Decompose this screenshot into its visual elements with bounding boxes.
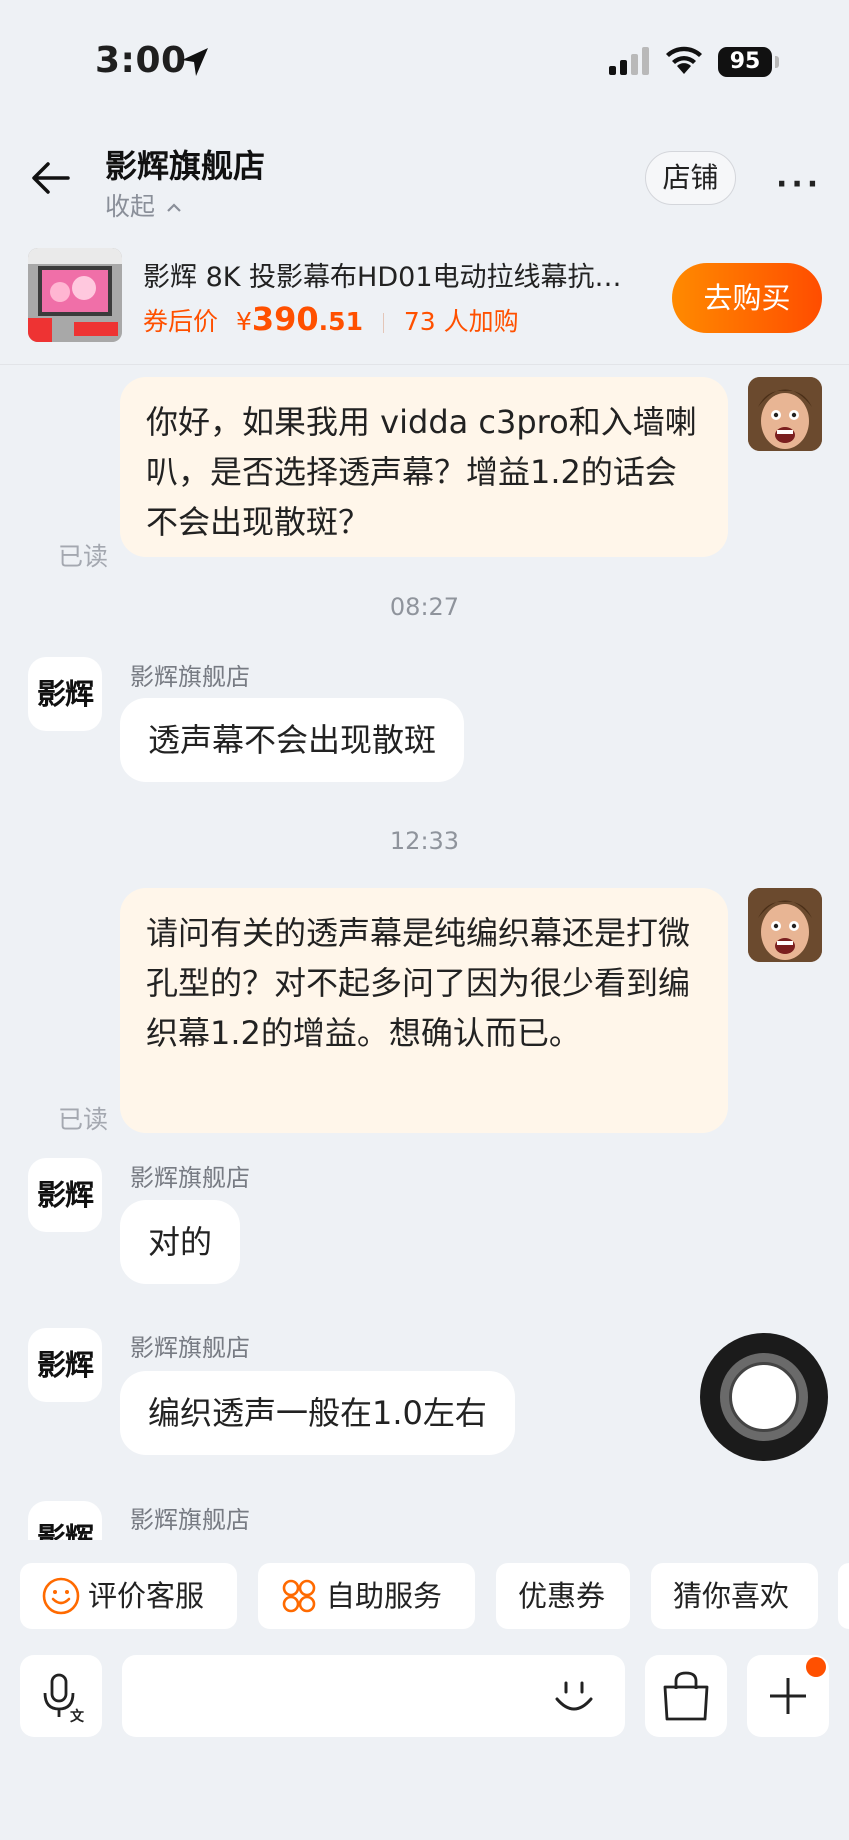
face-avatar-icon	[748, 377, 822, 451]
price-integer: 390	[251, 300, 319, 338]
back-arrow-icon[interactable]	[30, 157, 72, 199]
voice-button[interactable]: 文	[20, 1655, 102, 1737]
cellular-signal-icon	[609, 47, 649, 75]
sender-name: 影辉旗舰店	[130, 1506, 250, 1534]
wifi-icon	[666, 46, 702, 74]
chip-label: 自助服务	[326, 1579, 443, 1613]
notification-dot	[806, 1657, 826, 1677]
divider	[382, 313, 384, 333]
recommend-chip[interactable]: 猜你喜欢	[651, 1563, 818, 1629]
read-receipt: 已读	[58, 542, 109, 571]
chat-header: 影辉旗舰店 收起 店铺 ···	[0, 125, 849, 235]
store-avatar[interactable]: 影辉	[28, 1158, 102, 1232]
user-avatar[interactable]	[748, 377, 822, 451]
overflow-chip[interactable]	[838, 1563, 849, 1629]
product-card[interactable]: 影辉 8K 投影幕布HD01电动拉线幕抗… 券后价 ¥390.51 73 人加购…	[0, 235, 849, 365]
chevron-up-icon	[167, 203, 181, 212]
collapse-label: 收起	[105, 192, 156, 221]
price-decimal: .51	[318, 307, 363, 336]
product-name: 影辉 8K 投影幕布HD01电动拉线幕抗…	[143, 262, 622, 293]
rate-service-chip[interactable]: 评价客服	[20, 1563, 237, 1629]
my-message-bubble[interactable]: 请问有关的透声幕是纯编织幕还是打微孔型的？对不起多问了因为很少看到编织幕1.2的…	[120, 888, 728, 1133]
voice-translate-icon: 文	[43, 1673, 85, 1725]
face-avatar-icon	[748, 888, 822, 962]
buyers-count: 73 人加购	[403, 307, 519, 336]
my-message-bubble[interactable]: 你好，如果我用 vidda c3pro和入墙喇叭，是否选择透声幕？增益1.2的话…	[120, 377, 728, 557]
battery-nub	[775, 56, 779, 68]
emoji-icon[interactable]	[552, 1675, 596, 1719]
price-label: 券后价	[143, 307, 219, 336]
read-receipt: 已读	[58, 1105, 109, 1134]
self-service-chip[interactable]: 自助服务	[258, 1563, 475, 1629]
grid-icon	[282, 1579, 316, 1612]
store-avatar[interactable]: 影辉	[28, 1501, 102, 1540]
cart-button[interactable]	[645, 1655, 727, 1737]
shop-button[interactable]: 店铺	[645, 151, 736, 205]
sender-name: 影辉旗舰店	[130, 1334, 250, 1362]
sender-name: 影辉旗舰店	[130, 1164, 250, 1192]
product-thumbnail[interactable]	[28, 248, 122, 342]
message-input-bar: 文	[0, 1640, 849, 1840]
timestamp: 12:33	[389, 827, 460, 855]
battery-indicator: 95	[718, 47, 772, 77]
status-time: 3:00	[95, 40, 187, 81]
price-currency: ¥	[235, 307, 252, 336]
buy-button[interactable]: 去购买	[672, 263, 822, 333]
chip-label: 猜你喜欢	[673, 1579, 790, 1613]
shopping-bag-icon	[663, 1671, 709, 1721]
coupon-chip[interactable]: 优惠券	[496, 1563, 630, 1629]
user-avatar[interactable]	[748, 888, 822, 962]
store-message-bubble[interactable]: 对的	[120, 1200, 241, 1284]
assistive-touch-core	[729, 1362, 799, 1432]
smile-icon	[42, 1577, 80, 1614]
store-title[interactable]: 影辉旗舰店	[105, 141, 265, 187]
status-bar: 3:00 95	[0, 0, 849, 125]
store-avatar[interactable]: 影辉	[28, 1328, 102, 1402]
product-price-row: 券后价 ¥390.51 73 人加购	[143, 300, 519, 338]
chip-label: 评价客服	[88, 1579, 205, 1613]
assistive-touch-button[interactable]	[700, 1333, 828, 1461]
message-input[interactable]	[122, 1655, 625, 1737]
location-arrow-icon	[182, 48, 208, 76]
timestamp: 08:27	[389, 593, 460, 621]
quick-actions-bar: 评价客服 自助服务 优惠券 猜你喜欢	[0, 1540, 849, 1640]
store-message-bubble[interactable]: 透声幕不会出现散斑	[120, 698, 465, 782]
more-options-icon[interactable]: ···	[776, 167, 822, 202]
chip-label: 优惠券	[518, 1579, 606, 1613]
sender-name: 影辉旗舰店	[130, 663, 250, 691]
svg-text:文: 文	[70, 1708, 85, 1725]
store-message-bubble[interactable]: 编织透声一般在1.0左右	[120, 1371, 515, 1455]
collapse-toggle[interactable]: 收起	[105, 187, 183, 223]
store-avatar[interactable]: 影辉	[28, 657, 102, 731]
product-image-icon	[28, 248, 122, 342]
